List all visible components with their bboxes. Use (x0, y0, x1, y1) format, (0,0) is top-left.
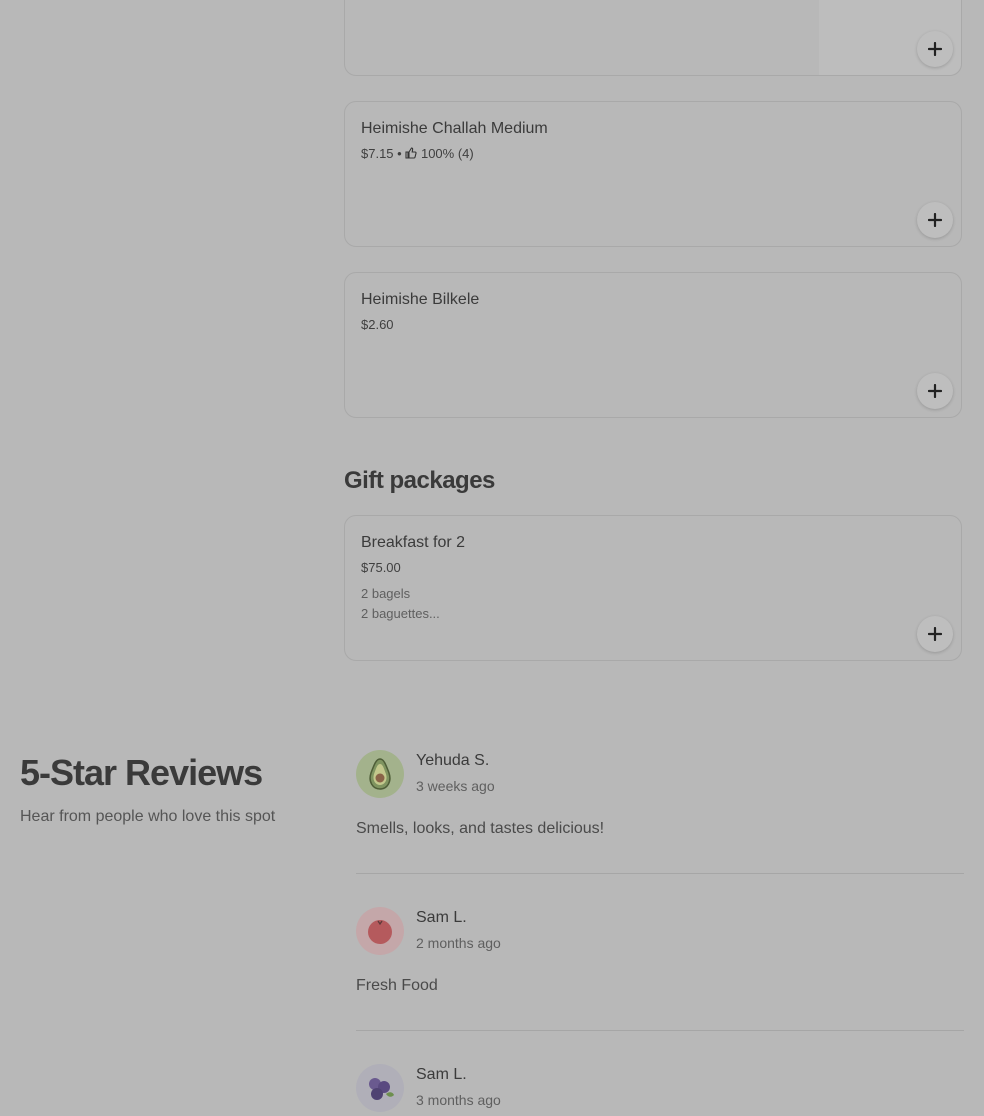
thumbs-up-icon (405, 147, 417, 159)
review-item: Sam L. 3 months ago (356, 1064, 964, 1116)
review-author: Sam L. (416, 1066, 467, 1083)
plus-icon (928, 42, 942, 56)
avatar (356, 750, 404, 798)
review-time: 3 weeks ago (416, 778, 495, 794)
menu-item-rating: 100% (4) (420, 146, 474, 161)
menu-item-card[interactable] (344, 0, 962, 76)
section-title: Gift packages (344, 467, 495, 494)
review-item: Yehuda S. 3 weeks ago Smells, looks, and… (356, 750, 964, 860)
add-to-cart-button[interactable] (917, 31, 953, 67)
review-time: 2 months ago (416, 935, 501, 951)
menu-item-card[interactable]: Heimishe Bilkele $2.60 (344, 272, 962, 418)
menu-item-price: $2.60 (361, 317, 394, 332)
menu-item-name: Heimishe Challah Medium (361, 120, 548, 137)
review-time: 3 months ago (416, 1092, 501, 1108)
menu-item-card[interactable]: Heimishe Challah Medium $7.15 • 100% (4) (344, 101, 962, 247)
review-text: Fresh Food (356, 977, 438, 994)
add-to-cart-button[interactable] (917, 202, 953, 238)
plus-icon (928, 384, 942, 398)
reviews-subtitle: Hear from people who love this spot (20, 808, 276, 825)
review-text: Smells, looks, and tastes delicious! (356, 820, 605, 837)
plus-icon (928, 213, 942, 227)
description-line: 2 bagels (361, 586, 411, 601)
menu-item-price: $75.00 (361, 560, 401, 575)
tomato-icon (368, 920, 392, 944)
review-author: Yehuda S. (416, 752, 490, 769)
avatar (356, 1064, 404, 1112)
menu-item-name: Heimishe Bilkele (361, 291, 480, 308)
menu-item-meta: $7.15 • 100% (4) (361, 146, 474, 161)
plus-icon (928, 627, 942, 641)
separator: • (397, 146, 406, 161)
avocado-icon (369, 758, 391, 790)
menu-item-card[interactable]: Breakfast for 2 $75.00 2 bagels 2 baguet… (344, 515, 962, 661)
divider (356, 873, 964, 874)
add-to-cart-button[interactable] (917, 616, 953, 652)
menu-item-description: 2 bagels 2 baguettes... (361, 584, 440, 624)
reviews-title: 5-Star Reviews (20, 752, 263, 793)
divider (356, 1030, 964, 1031)
avatar (356, 907, 404, 955)
description-line: 2 baguettes... (361, 606, 440, 621)
add-to-cart-button[interactable] (917, 373, 953, 409)
review-item: Sam L. 2 months ago Fresh Food (356, 907, 964, 1017)
menu-item-name: Breakfast for 2 (361, 534, 466, 551)
blueberries-icon (369, 1078, 394, 1100)
review-author: Sam L. (416, 909, 467, 926)
menu-item-price: $7.15 (361, 146, 394, 161)
